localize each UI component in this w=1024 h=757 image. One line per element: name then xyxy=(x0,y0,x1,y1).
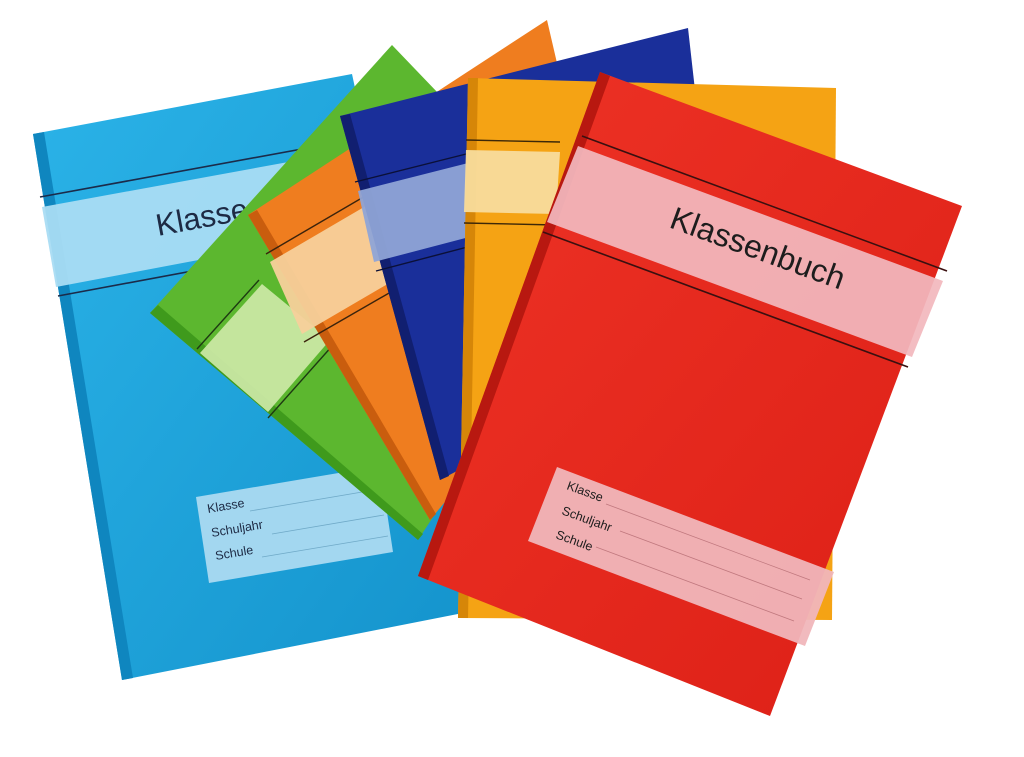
notebook-photo: Klasse Klasse Schuljahr Schule Klassenbu… xyxy=(0,0,1024,752)
book-yellow-orange-title-band xyxy=(464,150,560,214)
notebook-fan-illustration: Klasse Klasse Schuljahr Schule Klassenbu… xyxy=(33,20,962,716)
